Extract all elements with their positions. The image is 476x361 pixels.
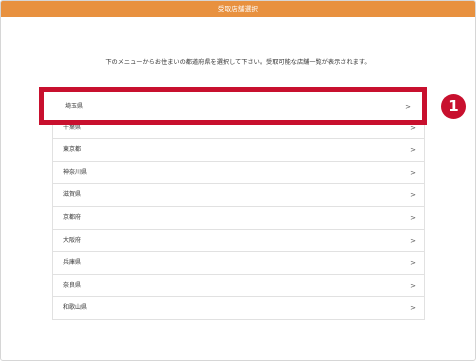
list-item-wakayama[interactable]: 和歌山県 > (53, 297, 424, 320)
list-item-label: 滋賀県 (63, 191, 82, 199)
prefecture-list: 埼玉県 > 千葉県 > 東京都 > 神奈川県 > 滋賀県 > 京都府 > 大阪府… (52, 93, 425, 320)
chevron-right-icon: > (410, 304, 416, 313)
list-item-kyoto[interactable]: 京都府 > (53, 207, 424, 230)
chevron-right-icon: > (410, 213, 416, 222)
list-item-label: 神奈川県 (63, 168, 88, 176)
chevron-right-icon: > (405, 103, 411, 111)
step-number-badge: 1 (441, 94, 466, 119)
list-item-label: 埼玉県 (65, 103, 84, 110)
page-title: 受取店舗選択 (1, 1, 475, 17)
list-item-saitama[interactable]: 埼玉県 > (49, 97, 417, 115)
list-item-hyogo[interactable]: 兵庫県 > (53, 252, 424, 275)
list-item-tokyo[interactable]: 東京都 > (53, 139, 424, 162)
chevron-right-icon: > (410, 281, 416, 290)
instruction-text: 下のメニューからお住まいの都道府県を選択して下さい。受取可能な店舗一覧が表示され… (105, 59, 371, 66)
list-item-nara[interactable]: 奈良県 > (53, 275, 424, 298)
list-item-label: 大阪府 (63, 236, 82, 244)
chevron-right-icon: > (410, 259, 416, 268)
highlight-box-saitama[interactable]: 埼玉県 > (39, 87, 427, 125)
list-item-kanagawa[interactable]: 神奈川県 > (53, 162, 424, 185)
chevron-right-icon: > (410, 146, 416, 155)
chevron-right-icon: > (410, 236, 416, 245)
list-item-label: 和歌山県 (63, 304, 88, 312)
chevron-right-icon: > (410, 168, 416, 177)
chevron-right-icon: > (410, 191, 416, 200)
list-item-shiga[interactable]: 滋賀県 > (53, 184, 424, 207)
list-item-label: 東京都 (63, 146, 82, 154)
list-item-label: 京都府 (63, 213, 82, 221)
list-item-label: 兵庫県 (63, 259, 82, 267)
list-item-osaka[interactable]: 大阪府 > (53, 230, 424, 253)
app-window: 受取店舗選択 下のメニューからお住まいの都道府県を選択して下さい。受取可能な店舗… (0, 0, 476, 361)
list-item-label: 奈良県 (63, 281, 82, 289)
